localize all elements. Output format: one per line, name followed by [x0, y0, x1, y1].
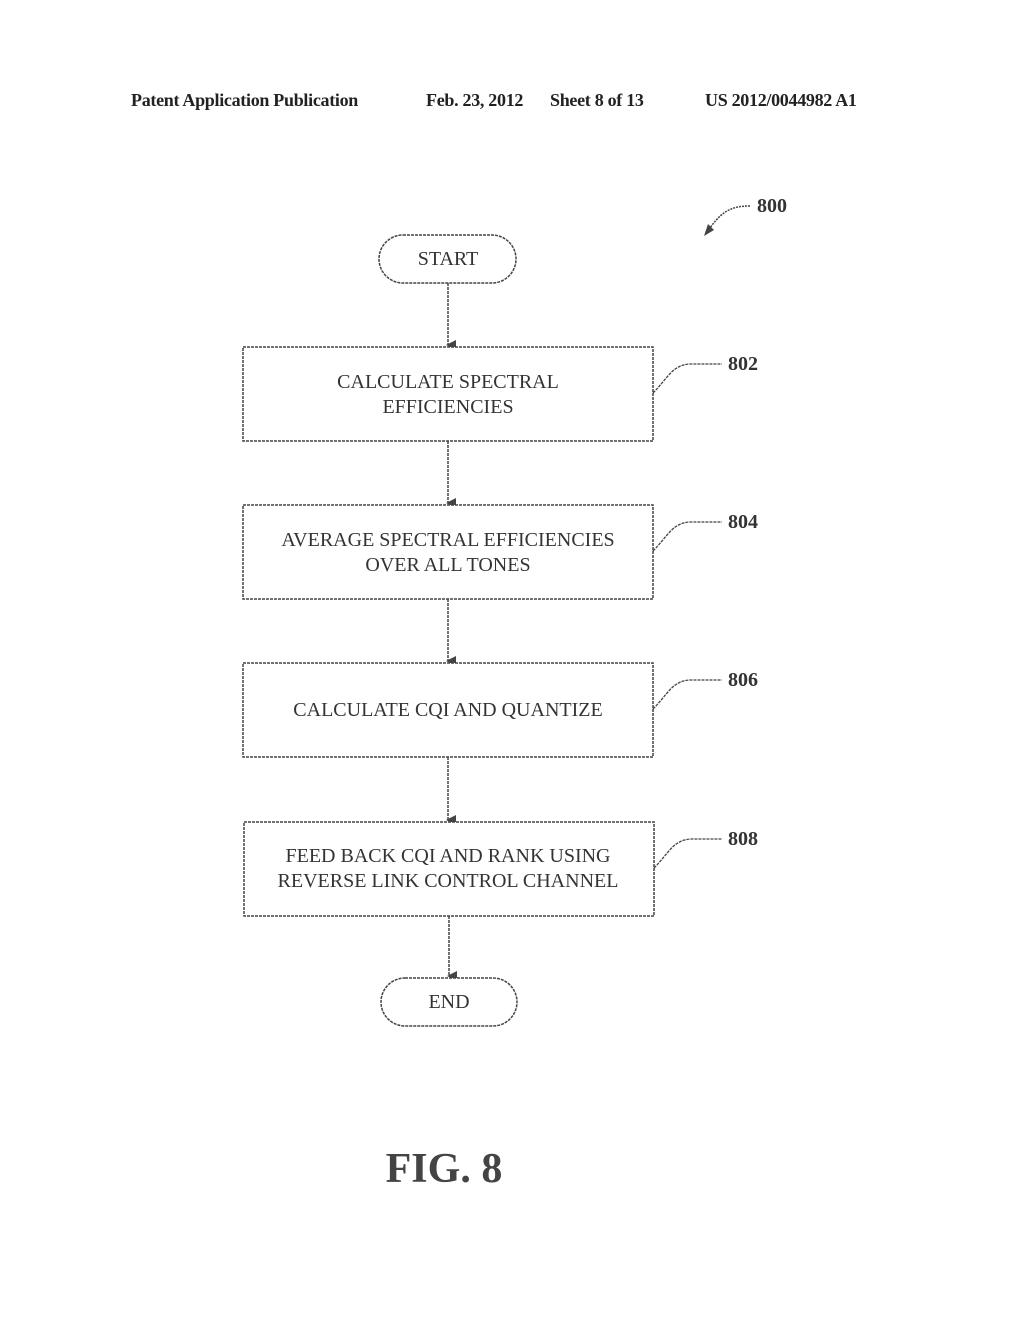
step-808-ref: 808 [728, 828, 758, 850]
step-806-ref: 806 [728, 669, 758, 691]
step-804-line-1: AVERAGE SPECTRAL EFFICIENCIES [281, 529, 614, 551]
step-804-ref: 804 [728, 511, 758, 533]
step-808-line-2: REVERSE LINK CONTROL CHANNEL [278, 870, 619, 892]
step-804-leader [652, 521, 722, 552]
step-808-box [243, 821, 655, 917]
step-804-line-2: OVER ALL TONES [365, 554, 530, 576]
step-802-line-1: CALCULATE SPECTRAL [337, 371, 559, 393]
step-802-line-2: EFFICIENCIES [382, 396, 513, 418]
flowchart: 800 START CALCULATE SPECTRAL EFFICIENCIE… [242, 195, 787, 1192]
step-802-leader [652, 363, 722, 394]
end-label: END [428, 991, 469, 1013]
step-802-ref: 802 [728, 353, 758, 375]
step-808-leader [653, 838, 722, 869]
step-804-box [242, 504, 654, 600]
figure-ref-label: 800 [757, 195, 787, 217]
figure-ref-arrowhead [704, 224, 714, 236]
step-806-line-1: CALCULATE CQI AND QUANTIZE [293, 699, 602, 721]
step-806-leader [652, 679, 722, 710]
figure-label: FIG. 8 [386, 1146, 503, 1192]
start-label: START [418, 248, 479, 270]
step-802-box [242, 346, 654, 442]
step-808-line-1: FEED BACK CQI AND RANK USING [285, 845, 610, 867]
